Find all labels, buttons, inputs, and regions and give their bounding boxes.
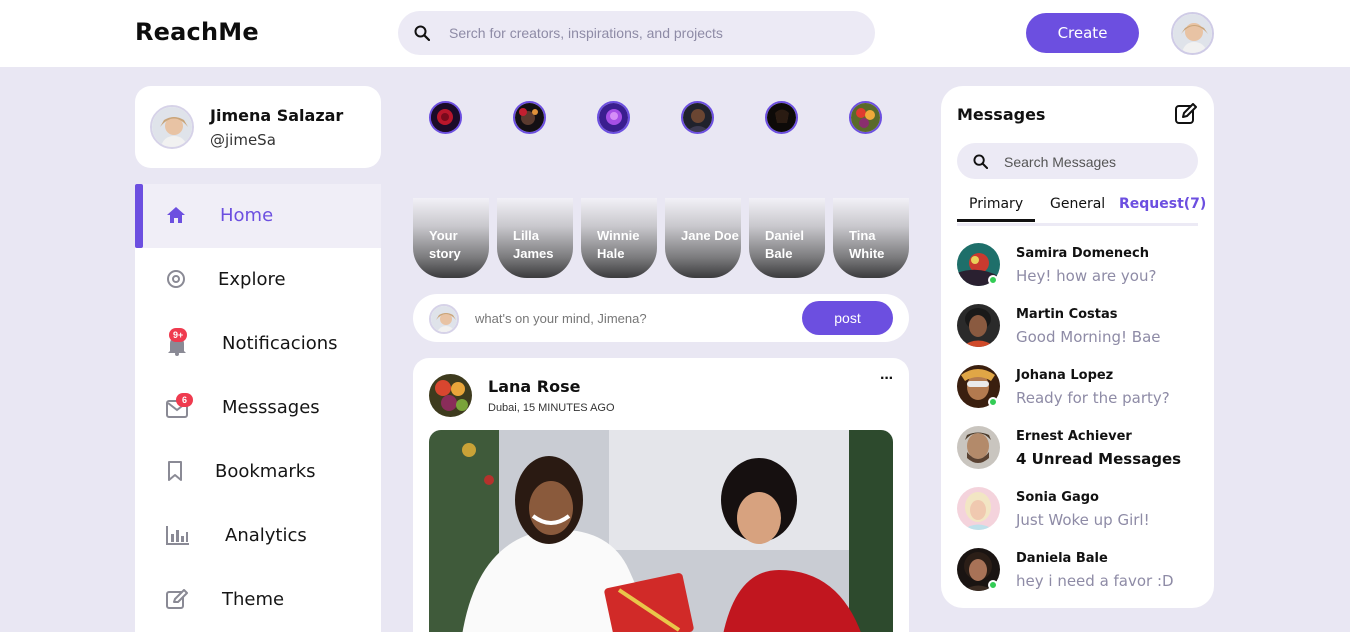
contact-name: Johana Lopez: [1016, 368, 1114, 383]
contact-avatar: [957, 426, 1000, 469]
profile-card[interactable]: Jimena Salazar @jimeSa: [135, 86, 381, 168]
sidebar-item-label: Bookmarks: [215, 461, 316, 482]
message-row[interactable]: Martin Costas Good Morning! Bae: [957, 304, 1198, 354]
tab-primary[interactable]: Primary: [957, 196, 1036, 222]
bookmark-icon: [168, 461, 182, 481]
messages-badge: 6: [176, 393, 193, 407]
online-indicator: [988, 275, 998, 285]
contact-avatar: [957, 304, 1000, 347]
profile-name: Jimena Salazar: [210, 106, 344, 125]
messages-search[interactable]: Search Messages: [957, 143, 1198, 179]
sidebar-item-notifications[interactable]: 9+ Notificacions: [135, 312, 381, 376]
story-card[interactable]: Tina White: [833, 198, 909, 278]
sidebar-item-messages[interactable]: 6 Messsages: [135, 376, 381, 440]
story-avatar[interactable]: [681, 101, 714, 134]
post-author-name[interactable]: Lana Rose: [488, 377, 580, 396]
contact-name: Samira Domenech: [1016, 246, 1149, 261]
message-row[interactable]: Ernest Achiever 4 Unread Messages: [957, 426, 1198, 476]
sidebar-item-label: Analytics: [225, 525, 307, 546]
compose-input[interactable]: what's on your mind, Jimena?: [475, 311, 647, 326]
story-avatar[interactable]: [513, 101, 546, 134]
sidebar-item-label: Notificacions: [222, 333, 338, 354]
app-logo[interactable]: ReachMe: [135, 18, 259, 46]
sidebar-item-explore[interactable]: Explore: [135, 248, 381, 312]
story-label: Your story: [429, 228, 461, 261]
profile-avatar: [150, 105, 194, 149]
sidebar-item-home[interactable]: Home: [135, 184, 381, 248]
messages-tabs: Primary General Request(7): [957, 196, 1206, 226]
home-icon: [167, 207, 185, 223]
message-preview: Good Morning! Bae: [1016, 328, 1161, 346]
message-preview: hey i need a favor :D: [1016, 572, 1174, 590]
top-navbar: ReachMe Serch for creators, inspirations…: [0, 0, 1350, 67]
contact-name: Daniela Bale: [1016, 551, 1108, 566]
messages-title: Messages: [957, 105, 1046, 124]
contact-avatar: [957, 487, 1000, 530]
story-avatar[interactable]: [765, 101, 798, 134]
tab-general[interactable]: General: [1050, 196, 1105, 212]
story-card[interactable]: Lilla James: [497, 198, 573, 278]
messages-search-input[interactable]: Search Messages: [1004, 154, 1116, 170]
compass-icon: [167, 270, 185, 288]
post-image[interactable]: [429, 430, 893, 632]
contact-name: Martin Costas: [1016, 307, 1118, 322]
tab-requests[interactable]: Request(7): [1119, 196, 1206, 212]
notification-badge: 9+: [169, 328, 188, 342]
story-avatar[interactable]: [597, 101, 630, 134]
feed-post: Lana Rose Dubai, 15 MINUTES AGO ···: [413, 358, 909, 632]
search-icon: [414, 25, 430, 41]
sidebar-item-label: Home: [220, 205, 274, 226]
message-preview: Ready for the party?: [1016, 389, 1170, 407]
story-avatar[interactable]: [849, 101, 882, 134]
story-card[interactable]: Your story: [413, 198, 489, 278]
edit-icon[interactable]: [1175, 103, 1197, 125]
sidebar-item-bookmarks[interactable]: Bookmarks: [135, 440, 381, 504]
story-avatar[interactable]: [429, 101, 462, 134]
message-preview: 4 Unread Messages: [1016, 450, 1182, 468]
message-row[interactable]: Johana Lopez Ready for the party?: [957, 365, 1198, 415]
user-avatar[interactable]: [1171, 12, 1214, 55]
story-card[interactable]: Daniel Bale: [749, 198, 825, 278]
more-options-icon[interactable]: ···: [880, 370, 894, 388]
online-indicator: [988, 397, 998, 407]
message-preview: Hey! how are you?: [1016, 267, 1157, 285]
sidebar-item-label: Theme: [222, 589, 285, 610]
message-row[interactable]: Sonia Gago Just Woke up Girl!: [957, 487, 1198, 537]
sidebar-item-analytics[interactable]: Analytics: [135, 504, 381, 568]
search-bar[interactable]: Serch for creators, inspirations, and pr…: [398, 11, 875, 55]
profile-handle: @jimeSa: [210, 131, 276, 149]
create-button[interactable]: Create: [1026, 13, 1139, 53]
online-indicator: [988, 580, 998, 590]
contact-name: Sonia Gago: [1016, 490, 1099, 505]
message-row[interactable]: Samira Domenech Hey! how are you?: [957, 243, 1198, 293]
story-label: Winnie Hale: [597, 228, 640, 261]
sidebar-item-theme[interactable]: Theme: [135, 568, 381, 632]
message-row[interactable]: Daniela Bale hey i need a favor :D: [957, 548, 1198, 598]
sidebar: Home Explore 9+ Notificacions 6 Messsage…: [135, 184, 381, 632]
chart-icon: [166, 526, 189, 545]
sidebar-item-label: Messsages: [222, 397, 320, 418]
messages-panel: Messages Search Messages Primary General…: [941, 86, 1214, 608]
compose-bar: what's on your mind, Jimena? post: [413, 294, 909, 342]
post-meta: Dubai, 15 MINUTES AGO: [488, 402, 615, 414]
search-input[interactable]: Serch for creators, inspirations, and pr…: [449, 25, 723, 41]
sidebar-item-label: Explore: [218, 269, 286, 290]
search-icon: [973, 154, 988, 169]
post-button[interactable]: post: [802, 301, 893, 335]
story-label: Tina White: [849, 228, 885, 261]
story-card[interactable]: Winnie Hale: [581, 198, 657, 278]
post-author-avatar[interactable]: [429, 374, 472, 417]
palette-icon: [166, 589, 188, 609]
story-card[interactable]: Jane Doe: [665, 198, 741, 278]
contact-name: Ernest Achiever: [1016, 429, 1132, 444]
message-preview: Just Woke up Girl!: [1016, 511, 1150, 529]
compose-avatar: [429, 304, 459, 334]
story-label: Jane Doe: [681, 228, 739, 243]
story-label: Lilla James: [513, 228, 554, 261]
story-label: Daniel Bale: [765, 228, 805, 261]
